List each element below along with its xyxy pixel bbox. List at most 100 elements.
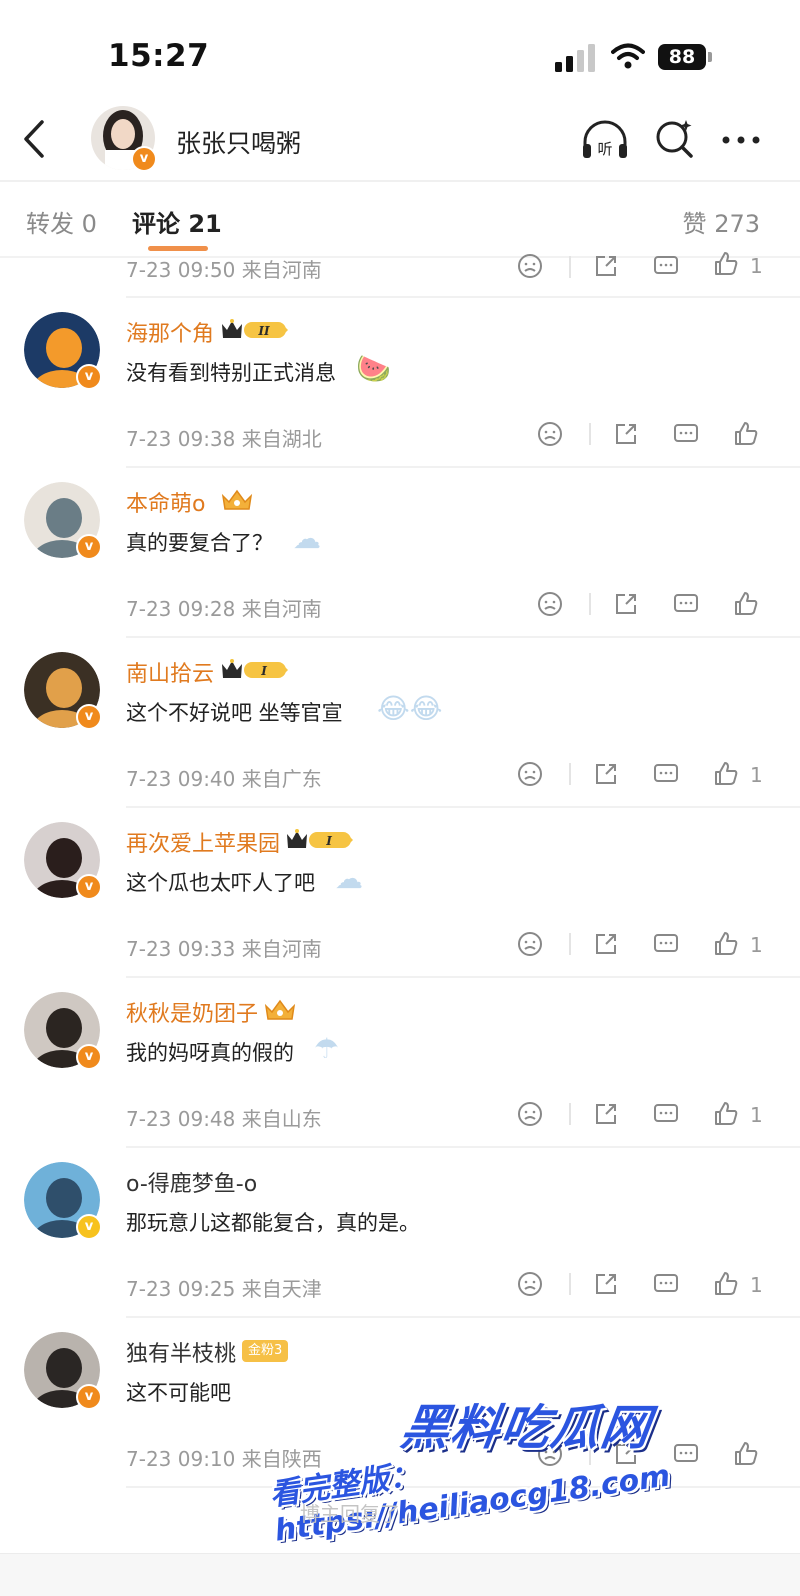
search-icon[interactable] <box>653 116 697 160</box>
reply-icon[interactable] <box>672 590 700 618</box>
dislike-face-icon[interactable] <box>536 590 564 618</box>
like-thumb-icon[interactable] <box>732 420 760 448</box>
action-separator <box>569 763 571 785</box>
verified-badge-icon: v <box>76 1044 102 1070</box>
action-separator <box>589 593 591 615</box>
row-divider <box>126 1316 800 1318</box>
commenter-avatar[interactable]: v <box>24 992 102 1070</box>
dislike-face-icon[interactable] <box>516 252 544 280</box>
dislike-face-icon[interactable] <box>516 760 544 788</box>
commenter-name[interactable]: 再次爱上苹果园 <box>126 826 280 858</box>
comment-bubble-decoration-icon: ☁ <box>293 522 321 555</box>
commenter-name[interactable]: 秋秋是奶团子 <box>126 996 258 1028</box>
like-thumb-icon[interactable] <box>712 1270 740 1298</box>
like-thumb-icon[interactable] <box>732 590 760 618</box>
tab-repost[interactable]: 转发 0 <box>26 204 97 239</box>
row-divider <box>126 466 800 468</box>
comment-meta: 7-23 09:38 来自湖北 <box>126 427 322 451</box>
author-name[interactable]: 张张只喝粥 <box>176 124 301 160</box>
vip-level-text: II <box>257 324 270 338</box>
like-thumb-icon[interactable] <box>712 760 740 788</box>
share-icon[interactable] <box>592 252 620 280</box>
status-time: 15:27 <box>108 38 210 74</box>
wifi-icon <box>611 43 645 69</box>
tab-repost-count: 0 <box>81 210 97 238</box>
verified-badge-icon: v <box>76 534 102 560</box>
share-icon[interactable] <box>592 760 620 788</box>
comment-bubble-decoration-icon: 🍉 <box>356 352 391 385</box>
fan-badge: 金粉3 <box>242 1340 289 1362</box>
tab-comments[interactable]: 评论 21 <box>132 204 222 239</box>
back-button[interactable] <box>16 118 54 160</box>
vip-level-text: I <box>260 664 267 678</box>
share-icon[interactable] <box>592 1270 620 1298</box>
dislike-face-icon[interactable] <box>516 1100 544 1128</box>
bottom-bar <box>0 1553 800 1596</box>
active-tab-indicator <box>148 246 208 251</box>
crown-icon <box>221 489 253 510</box>
dislike-face-icon[interactable] <box>516 930 544 958</box>
reply-icon[interactable] <box>652 760 680 788</box>
commenter-avatar[interactable]: v <box>24 822 102 900</box>
reply-icon[interactable] <box>652 930 680 958</box>
like-thumb-icon[interactable] <box>712 1100 740 1128</box>
commenter-avatar[interactable]: v <box>24 652 102 730</box>
comment-bubble-decoration-icon: ☂ <box>314 1032 340 1065</box>
commenter-name[interactable]: 南山拾云 <box>126 656 214 688</box>
reply-icon[interactable] <box>652 252 680 280</box>
row-divider <box>126 806 800 808</box>
comment-bubble-decoration-icon: ☁ <box>335 862 363 895</box>
vip-level-text: I <box>325 834 332 848</box>
reply-icon[interactable] <box>652 1100 680 1128</box>
comment-text: 真的要复合了？ <box>126 531 273 555</box>
share-icon[interactable] <box>612 590 640 618</box>
commenter-avatar[interactable]: v <box>24 482 102 560</box>
bottom-hint: 博主回复了… <box>300 1502 420 1526</box>
comment-text: 那玩意儿这都能复合，真的是。 <box>126 1211 420 1235</box>
verified-badge-icon: v <box>131 146 157 172</box>
listen-headphones-icon[interactable]: 听 <box>580 118 630 162</box>
tabs-divider-bottom <box>0 256 800 258</box>
commenter-avatar[interactable]: v <box>24 312 102 390</box>
vip-level-badge-icon: I <box>222 659 288 678</box>
comment-text: 我的妈呀真的假的 <box>126 1041 294 1065</box>
verified-badge-icon: v <box>76 1384 102 1410</box>
vip-level-badge-icon: I <box>287 829 353 848</box>
vip-level-badge-icon: II <box>222 319 288 338</box>
share-icon[interactable] <box>612 420 640 448</box>
commenter-name[interactable]: 本命萌o <box>126 486 205 518</box>
like-count: 1 <box>750 254 763 278</box>
battery-indicator: 88 <box>658 44 714 70</box>
tab-likes[interactable]: 赞 273 <box>683 204 760 239</box>
tab-comments-label: 评论 <box>132 210 180 238</box>
reply-icon[interactable] <box>672 420 700 448</box>
comment-meta: 7-23 09:33 来自河南 <box>126 937 322 961</box>
commenter-name[interactable]: 海那个角 <box>126 316 214 348</box>
crown-icon <box>264 999 296 1020</box>
tab-likes-count: 273 <box>714 210 760 238</box>
cellular-signal-icon <box>555 44 595 72</box>
share-icon[interactable] <box>592 930 620 958</box>
reply-icon[interactable] <box>652 1270 680 1298</box>
dislike-face-icon[interactable] <box>516 1270 544 1298</box>
more-options-icon[interactable] <box>718 126 764 154</box>
like-thumb-icon[interactable] <box>712 250 740 278</box>
commenter-avatar[interactable]: v <box>24 1162 102 1240</box>
row-divider <box>126 636 800 638</box>
verified-badge-icon: v <box>76 364 102 390</box>
author-avatar[interactable]: v <box>91 106 157 172</box>
row-divider <box>126 976 800 978</box>
comment-meta: 7-23 09:25 来自天津 <box>126 1277 322 1301</box>
commenter-name[interactable]: 独有半枝桃 <box>126 1336 236 1368</box>
action-separator <box>569 933 571 955</box>
like-count: 1 <box>750 1103 763 1127</box>
like-thumb-icon[interactable] <box>712 930 740 958</box>
action-separator <box>589 423 591 445</box>
commenter-avatar[interactable]: v <box>24 1332 102 1410</box>
share-icon[interactable] <box>592 1100 620 1128</box>
dislike-face-icon[interactable] <box>536 420 564 448</box>
comment-text: 没有看到特别正式消息 <box>126 361 336 385</box>
commenter-name[interactable]: o-得鹿梦鱼-o <box>126 1166 257 1198</box>
comment-text: 这个不好说吧 坐等官宣 <box>126 701 343 725</box>
verified-badge-icon: v <box>76 704 102 730</box>
